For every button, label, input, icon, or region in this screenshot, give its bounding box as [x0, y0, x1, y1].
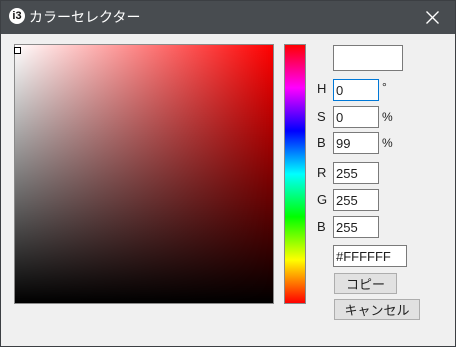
brightness-unit-label: % [382, 136, 393, 150]
degree-unit-label: ° [382, 80, 387, 94]
saturation-brightness-plane[interactable] [14, 44, 274, 304]
cancel-button[interactable]: キャンセル [334, 299, 420, 320]
close-button[interactable] [410, 1, 455, 34]
hex-input[interactable] [333, 245, 407, 267]
brightness-input[interactable] [333, 132, 379, 154]
app-icon: i3 [9, 8, 25, 24]
h-label: H [317, 81, 327, 96]
s-label: S [317, 109, 326, 124]
g-label: G [317, 192, 328, 207]
red-input[interactable] [333, 162, 379, 184]
plane-marker[interactable] [14, 46, 21, 54]
r-label: R [317, 165, 327, 180]
green-input[interactable] [333, 189, 379, 211]
copy-button[interactable]: コピー [334, 273, 397, 294]
title-bar[interactable]: i3 カラーセレクター [1, 1, 455, 34]
b-label: B [317, 135, 326, 150]
hue-input[interactable] [333, 79, 379, 101]
color-selector-window: i3 カラーセレクター H ° S % B % R G B コピー キャンセル [0, 0, 456, 347]
blue-label: B [317, 219, 326, 234]
window-title: カラーセレクター [29, 9, 141, 25]
saturation-unit-label: % [382, 110, 393, 124]
hue-slider[interactable] [284, 44, 306, 304]
close-icon [426, 11, 439, 24]
color-preview-swatch [333, 45, 403, 71]
saturation-input[interactable] [333, 106, 379, 128]
blue-input[interactable] [333, 216, 379, 238]
